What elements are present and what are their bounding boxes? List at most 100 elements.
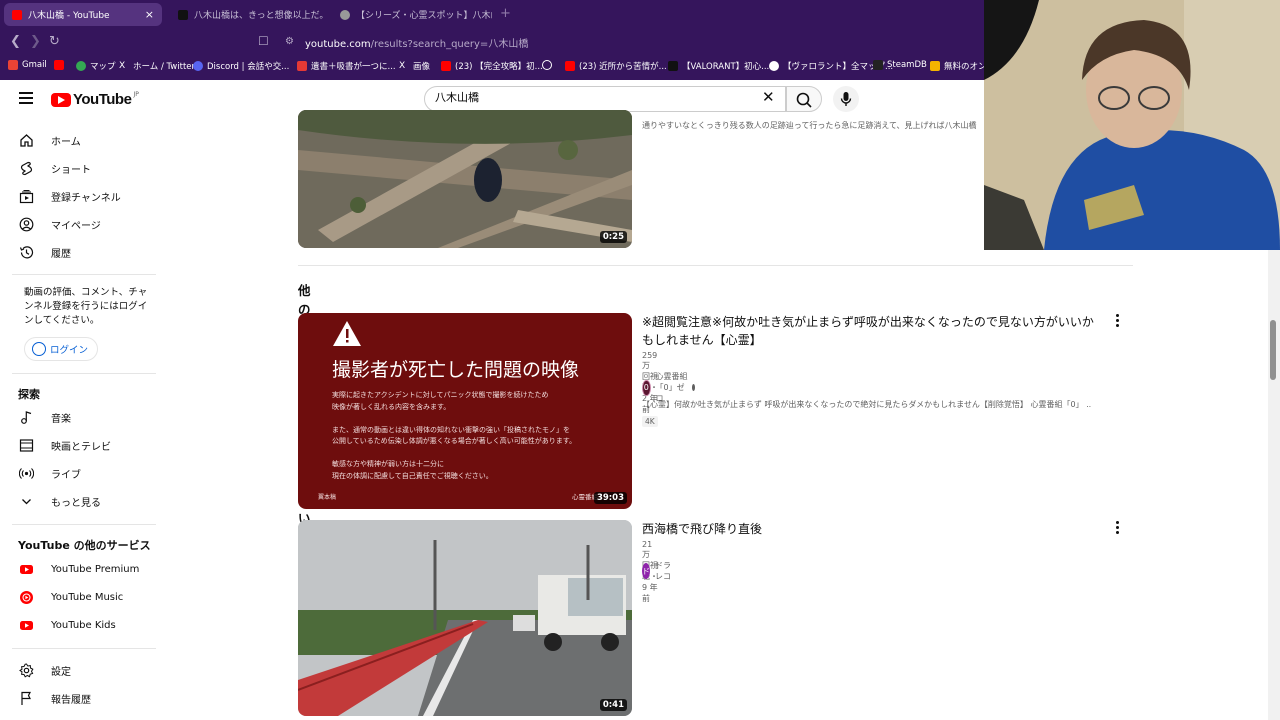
- back-icon[interactable]: ❮: [10, 34, 21, 49]
- more-actions-icon[interactable]: [1116, 521, 1119, 534]
- shelf-divider: [298, 265, 1133, 266]
- bookmark-discord[interactable]: Discord | 会話や交...: [193, 60, 289, 72]
- voice-search-button[interactable]: [833, 86, 859, 112]
- thumbnail-corner-text: 翼本稿: [318, 492, 336, 501]
- tab-title: 八木山橋 - YouTube: [28, 8, 110, 21]
- video-thumbnail[interactable]: 0:25: [298, 110, 632, 248]
- new-tab-icon[interactable]: +: [500, 6, 511, 21]
- bookmark-label: Discord | 会話や交...: [207, 60, 289, 72]
- clear-search-icon[interactable]: ✕: [762, 90, 775, 104]
- bookmark-twitter[interactable]: X ホーム / Twitter: [119, 60, 195, 72]
- scrollbar-thumb[interactable]: [1270, 320, 1276, 380]
- sidebar-item-label: マイページ: [51, 217, 101, 232]
- bookmark-video1[interactable]: (23) 【完全攻略】初...: [441, 60, 543, 72]
- sidebar-item-subscriptions[interactable]: 登録チャンネル: [0, 182, 156, 210]
- sidebar-item-premium[interactable]: YouTube Premium: [0, 555, 156, 583]
- tab-title: 八木山橋は、きっと想像以上だ。 - みの所: [194, 8, 328, 21]
- bookmark-steamdb[interactable]: SteamDB: [873, 60, 927, 70]
- film-icon: [19, 438, 34, 453]
- site-favicon-icon: [178, 10, 188, 20]
- tab-youtube[interactable]: 八木山橋 - YouTube ×: [4, 3, 162, 26]
- thumbnail-line: 実際に起きたアクシデントに対してパニック状態で撮影を続けたため: [332, 390, 622, 402]
- bookmark-label: ホーム / Twitter: [133, 60, 195, 72]
- forward-icon[interactable]: ❯: [30, 34, 41, 49]
- bookmark-label: マップ: [90, 60, 116, 72]
- tab-title: 【シリーズ・心霊スポット】八木山橋 | ゾゾゾ: [356, 8, 492, 21]
- sidebar-item-label: 映画とテレビ: [51, 438, 111, 453]
- site-info-icon[interactable]: ⚙: [285, 36, 294, 47]
- verified-check-icon: [692, 384, 695, 391]
- bookmark-globe[interactable]: [542, 60, 556, 70]
- globe-icon: [542, 60, 552, 70]
- x-icon: X: [119, 61, 129, 71]
- search-button[interactable]: [786, 86, 822, 112]
- youtube-premium-icon: [19, 562, 34, 577]
- close-tab-icon[interactable]: ×: [145, 8, 154, 21]
- thumbnail-heading: 撮影者が死亡した問題の映像: [332, 355, 579, 382]
- microphone-icon: [833, 86, 859, 112]
- youtube-favicon-icon: [12, 10, 22, 20]
- sidebar-item-label: 報告履歴: [51, 691, 91, 706]
- sidebar-item-settings[interactable]: 設定: [0, 656, 156, 684]
- sidebar-item-label: 音楽: [51, 410, 71, 425]
- music-note-icon: [19, 410, 34, 425]
- bookmark-gmail[interactable]: Gmail: [8, 60, 47, 70]
- video-title[interactable]: ※超閲覧注意※何故か吐き気が止まらず呼吸が出来なくなったので見ない方がいいかもし…: [642, 313, 1102, 349]
- tab-article[interactable]: 八木山橋は、きっと想像以上だ。 - みの所: [170, 3, 328, 26]
- sidebar-divider: [12, 373, 156, 374]
- youtube-icon: [565, 61, 575, 71]
- account-icon: [19, 217, 34, 232]
- video-thumbnail[interactable]: 0:41: [298, 520, 632, 716]
- bookmark-maps[interactable]: マップ: [76, 60, 116, 72]
- site-icon: [769, 61, 779, 71]
- search-input[interactable]: [435, 91, 755, 103]
- bookmark-video2[interactable]: (23) 近所から苦情が...: [565, 60, 667, 72]
- thumbnail-line: 現在の体調に配慮して自己責任でご視聴ください。: [332, 471, 622, 483]
- subscriptions-icon: [19, 189, 34, 204]
- sidebar-item-music[interactable]: 音楽: [0, 403, 156, 431]
- url-field[interactable]: youtube.com/results?search_query=八木山橋: [305, 35, 528, 50]
- video-thumbnail[interactable]: 撮影者が死亡した問題の映像 実際に起きたアクシデントに対してパニック状態で撮影を…: [298, 313, 632, 509]
- site-icon: [668, 61, 678, 71]
- youtube-icon: [54, 60, 64, 70]
- channel-row[interactable]: ド ドラレコ: [642, 560, 671, 582]
- quality-badge: 4K: [642, 416, 658, 427]
- bookmark-star-icon[interactable]: ☐: [258, 34, 269, 48]
- site-favicon-icon: [340, 10, 350, 20]
- sidebar-item-you[interactable]: マイページ: [0, 210, 156, 238]
- sidebar-item-shorts[interactable]: ショート: [0, 154, 156, 182]
- sidebar-item-label: ショート: [51, 161, 91, 176]
- more-actions-icon[interactable]: [1116, 314, 1119, 327]
- gear-icon: [19, 663, 34, 678]
- bookmark-valorant[interactable]: 【VALORANT】初心...: [668, 60, 769, 72]
- sidebar-divider: [12, 524, 156, 525]
- bookmark-label: 【VALORANT】初心...: [682, 60, 769, 72]
- bookmark-label: SteamDB: [887, 60, 927, 70]
- sidebar-item-show-more[interactable]: もっと見る: [0, 487, 156, 515]
- logo-text: YouTube: [73, 91, 131, 108]
- more-from-youtube-heading: YouTube の他のサービス: [18, 537, 151, 553]
- youtube-icon: [441, 61, 451, 71]
- bookmark-label: Gmail: [22, 60, 47, 70]
- thumbnail-line: 映像が著しく乱れる内容を含みます。: [332, 402, 622, 414]
- menu-icon[interactable]: [19, 92, 33, 104]
- sidebar-item-kids[interactable]: YouTube Kids: [0, 611, 156, 639]
- sidebar-item-history[interactable]: 履歴: [0, 238, 156, 266]
- bookmark-images[interactable]: X画像: [399, 60, 430, 72]
- video-title[interactable]: 西海橋で飛び降り直後: [642, 520, 1102, 538]
- youtube-logo[interactable]: YouTube JP: [51, 91, 139, 108]
- sidebar-item-label: YouTube Kids: [51, 620, 116, 631]
- sidebar-item-home[interactable]: ホーム: [0, 126, 156, 154]
- sidebar-item-live[interactable]: ライブ: [0, 459, 156, 487]
- steam-icon: [873, 60, 883, 70]
- tab-zozozo[interactable]: 【シリーズ・心霊スポット】八木山橋 | ゾゾゾ: [332, 3, 492, 26]
- sidebar-item-report-history[interactable]: 報告履歴: [0, 684, 156, 712]
- thumbnail-line: [332, 413, 622, 425]
- bookmark-pdf[interactable]: 遺書＋吸書が一つに...: [297, 60, 396, 72]
- sidebar-item-music-app[interactable]: YouTube Music: [0, 583, 156, 611]
- reload-icon[interactable]: ↻: [49, 34, 60, 49]
- sign-in-button[interactable]: ログイン: [24, 337, 98, 361]
- sidebar-item-movies[interactable]: 映画とテレビ: [0, 431, 156, 459]
- bookmark-youtube[interactable]: [54, 60, 68, 70]
- webcam-person-image: [984, 0, 1280, 250]
